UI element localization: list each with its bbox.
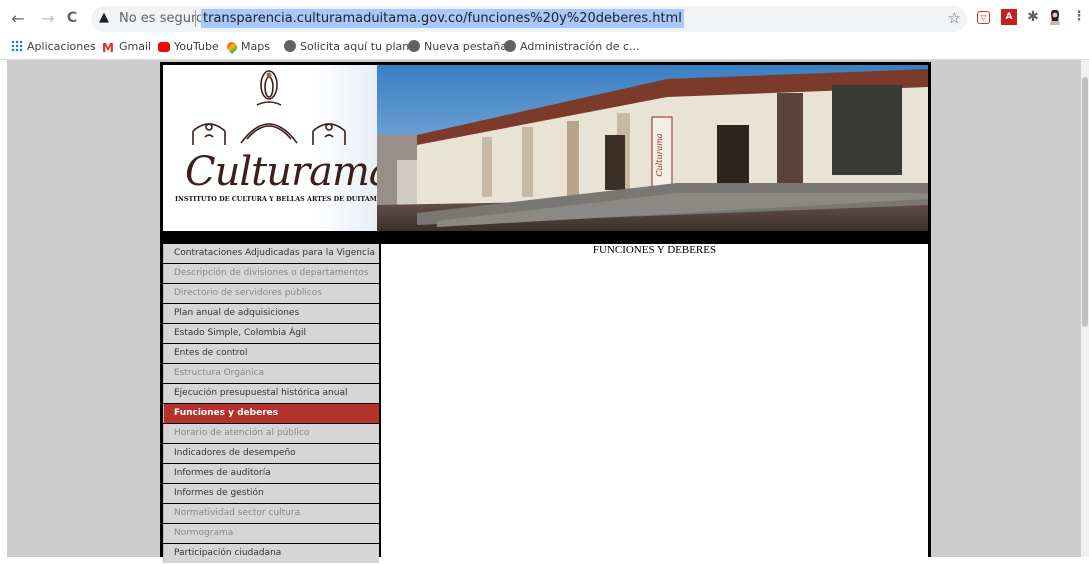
menu-item[interactable]: Descripción de divisiones o departamento… xyxy=(163,264,379,283)
bookmark-apps[interactable]: Aplicaciones xyxy=(11,40,96,53)
page-title: FUNCIONES Y DEBERES xyxy=(592,244,717,256)
menu-item[interactable]: Plan anual de adquisiciones xyxy=(163,304,379,323)
youtube-icon xyxy=(158,42,170,52)
web-page: Culturama INSTITUTO DE CULTURA Y BELLAS … xyxy=(0,60,1089,563)
bookmark-label: YouTube xyxy=(174,40,219,53)
logo-subtitle: INSTITUTO DE CULTURA Y BELLAS ARTES DE D… xyxy=(175,195,382,203)
url-text[interactable]: transparencia.culturamaduitama.gov.co/fu… xyxy=(201,9,684,28)
site-banner: Culturama INSTITUTO DE CULTURA Y BELLAS … xyxy=(163,65,928,231)
menu-item[interactable]: Entes de control xyxy=(163,344,379,363)
menu-item[interactable]: Funciones y deberes xyxy=(163,404,379,423)
menu-item[interactable]: Ejecución presupuestal histórica anual xyxy=(163,384,379,403)
menu-item[interactable]: Directorio de servidores públicos xyxy=(163,284,379,303)
building-photo: Culturama xyxy=(377,65,928,231)
main-content: FUNCIONES Y DEBERES xyxy=(381,244,928,557)
gmail-icon: M xyxy=(102,41,114,55)
menu-item[interactable]: Normatividad sector cultura xyxy=(163,504,379,523)
forward-icon[interactable]: → xyxy=(38,9,58,28)
logo-area[interactable]: Culturama INSTITUTO DE CULTURA Y BELLAS … xyxy=(163,65,393,231)
maps-icon xyxy=(224,39,240,55)
scrollbar[interactable] xyxy=(1081,60,1089,557)
bookmark-label: Solicita aquí tu plan... xyxy=(300,40,420,53)
globe-icon xyxy=(284,40,296,52)
browser-menu-icon[interactable]: ⋮ xyxy=(1071,9,1087,25)
bookmark-gmail[interactable]: M Gmail xyxy=(102,40,151,54)
bookmark-nueva-pestana[interactable]: Nueva pestaña xyxy=(408,40,507,53)
bookmark-label: Aplicaciones xyxy=(27,40,96,53)
globe-icon xyxy=(408,40,420,52)
bookmark-label: Nueva pestaña xyxy=(424,40,507,53)
menu-item[interactable]: Estado Simple, Colombia Ágil xyxy=(163,324,379,343)
browser-toolbar: ← → C ▲ No es seguro transparencia.cultu… xyxy=(0,0,1089,38)
bookmark-label: Administración de c... xyxy=(520,40,640,53)
insecure-label[interactable]: No es seguro xyxy=(119,11,204,26)
warning-icon[interactable]: ▲ xyxy=(99,10,109,25)
profile-avatar[interactable] xyxy=(1047,9,1063,25)
scrollbar-thumb[interactable] xyxy=(1082,77,1088,327)
pocket-extension-icon[interactable]: ▽ xyxy=(977,11,990,24)
reload-icon[interactable]: C xyxy=(62,10,82,26)
extensions-puzzle-icon[interactable]: ✱ xyxy=(1025,9,1041,25)
bookmark-youtube[interactable]: YouTube xyxy=(158,40,219,53)
menu-item[interactable]: Estructura Orgánica xyxy=(163,364,379,383)
bookmark-maps[interactable]: Maps xyxy=(224,39,270,55)
bookmark-label: Gmail xyxy=(119,40,152,53)
address-separator xyxy=(195,10,196,27)
site-container: Culturama INSTITUTO DE CULTURA Y BELLAS … xyxy=(160,62,931,563)
bookmark-label: Maps xyxy=(241,40,270,53)
menu-item[interactable]: Informes de auditoría xyxy=(163,464,379,483)
side-menu: Contrataciones Adjudicadas para la Vigen… xyxy=(163,244,379,564)
pdf-extension-icon[interactable]: A xyxy=(1001,9,1017,25)
bookmarks-bar: Aplicaciones M Gmail YouTube Maps Solicit… xyxy=(0,38,1089,60)
apps-icon xyxy=(11,40,23,52)
menu-item[interactable]: Participación ciudadana xyxy=(163,544,379,563)
globe-icon xyxy=(504,40,516,52)
menu-item[interactable]: Normograma xyxy=(163,524,379,543)
address-bar[interactable]: ▲ No es seguro transparencia.culturamadu… xyxy=(91,6,967,32)
logo-text: Culturama xyxy=(185,149,393,195)
menu-item[interactable]: Indicadores de desempeño xyxy=(163,444,379,463)
banner-sign-text: Culturama xyxy=(655,133,664,176)
bookmark-star-icon[interactable]: ☆ xyxy=(948,9,961,27)
menu-item[interactable]: Contrataciones Adjudicadas para la Vigen… xyxy=(163,244,379,263)
bookmark-solicita[interactable]: Solicita aquí tu plan... xyxy=(284,40,420,53)
menu-item[interactable]: Horario de atención al público xyxy=(163,424,379,443)
back-icon[interactable]: ← xyxy=(8,9,28,28)
menu-item[interactable]: Informes de gestión xyxy=(163,484,379,503)
culturama-logo-icon xyxy=(192,70,346,145)
bookmark-administracion[interactable]: Administración de c... xyxy=(504,40,640,53)
